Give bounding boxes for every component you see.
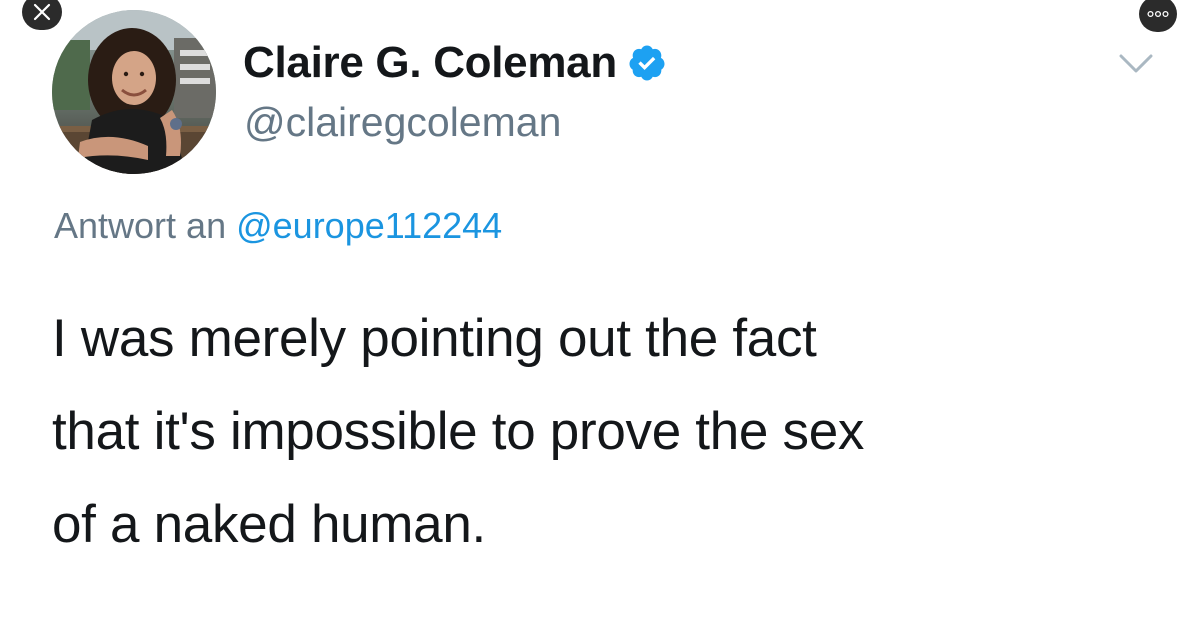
tweet-text: I was merely pointing out the fact that …	[52, 292, 1152, 571]
tweet-text-line: that it's impossible to prove the sex	[52, 402, 865, 461]
reply-prefix: Antwort an	[54, 205, 227, 246]
author-name-row[interactable]: Claire G. Coleman	[243, 38, 667, 88]
more-dots-icon	[1147, 10, 1169, 18]
reply-to-handle-link[interactable]: @europe112244	[236, 205, 502, 246]
more-options-button[interactable]	[1139, 0, 1177, 32]
verified-badge-icon	[629, 45, 665, 81]
display-name[interactable]: Claire G. Coleman	[243, 38, 617, 88]
tweet-text-line: of a naked human.	[52, 495, 486, 554]
close-icon	[33, 3, 51, 21]
reply-context: Antwort an @europe112244	[54, 205, 502, 247]
author-handle[interactable]: @clairegcoleman	[244, 99, 561, 146]
avatar[interactable]	[52, 10, 216, 174]
tweet-viewer: Claire G. Coleman @clairegcoleman Antwor…	[0, 0, 1200, 632]
avatar-photo	[52, 10, 216, 174]
close-button[interactable]	[22, 0, 62, 30]
tweet-text-line: I was merely pointing out the fact	[52, 309, 817, 368]
chevron-down-icon[interactable]	[1118, 52, 1154, 76]
